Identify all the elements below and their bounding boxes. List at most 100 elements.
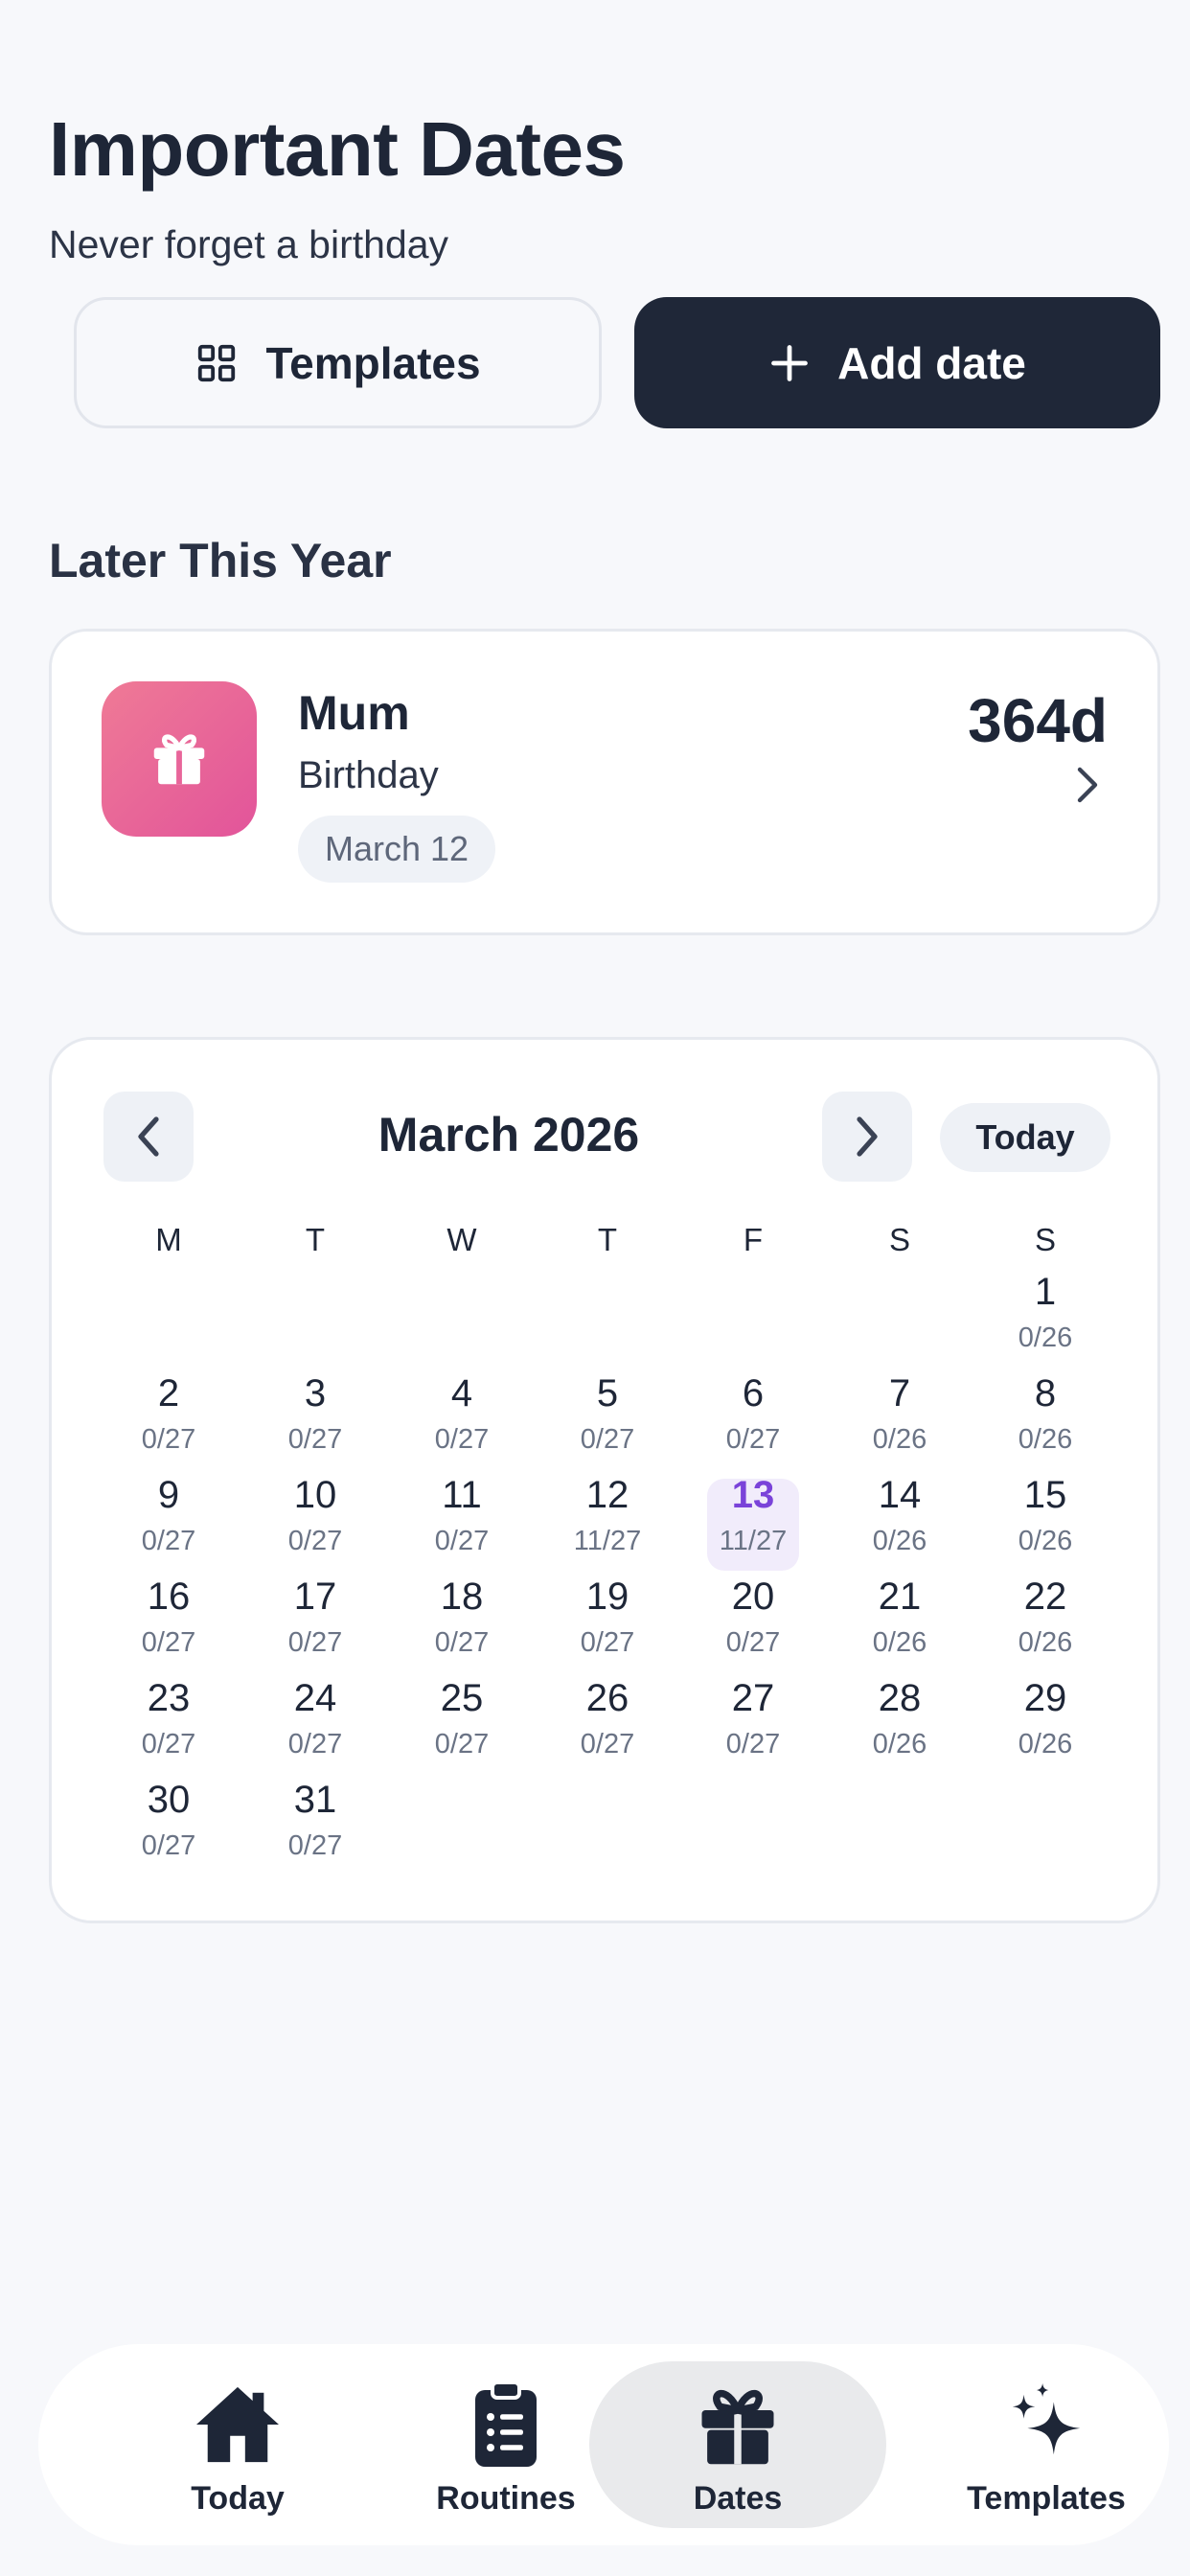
calendar-day[interactable]: 13 11/27 <box>707 1474 799 1571</box>
day-progress-count: 0/26 <box>1018 1526 1073 1556</box>
calendar-day[interactable]: 25 0/27 <box>416 1677 508 1774</box>
gift-icon <box>102 681 257 837</box>
weekday-header: F <box>743 1222 764 1257</box>
today-button[interactable]: Today <box>940 1103 1110 1172</box>
day-number: 16 <box>147 1576 191 1618</box>
day-number: 28 <box>878 1677 922 1719</box>
day-number: 22 <box>1023 1576 1067 1618</box>
calendar-day[interactable]: 14 0/26 <box>854 1474 946 1571</box>
calendar-day[interactable]: 3 0/27 <box>269 1372 361 1469</box>
day-progress-count: 0/27 <box>287 1424 343 1455</box>
date-card[interactable]: Mum Birthday March 12 364d <box>49 629 1160 935</box>
day-progress-count: 0/27 <box>287 1526 343 1556</box>
calendar-day[interactable]: 23 0/27 <box>123 1677 215 1774</box>
day-progress-count: 0/27 <box>141 1729 196 1760</box>
add-date-button[interactable]: Add date <box>634 297 1160 428</box>
day-progress-count: 0/26 <box>872 1526 927 1556</box>
day-number: 27 <box>731 1677 775 1719</box>
day-progress-count: 0/27 <box>580 1424 635 1455</box>
tab-dates[interactable]: Dates <box>589 2361 886 2528</box>
weekday-header: W <box>446 1222 477 1257</box>
day-progress-count: 0/26 <box>872 1729 927 1760</box>
day-number: 3 <box>304 1372 327 1414</box>
tab-label: Routines <box>436 2480 576 2517</box>
section-title-later-this-year: Later This Year <box>49 534 392 587</box>
templates-button[interactable]: Templates <box>74 297 602 428</box>
calendar-day[interactable]: 20 0/27 <box>707 1576 799 1672</box>
day-number: 7 <box>888 1372 911 1414</box>
calendar-day[interactable]: 19 0/27 <box>561 1576 653 1672</box>
day-progress-count: 0/27 <box>141 1526 196 1556</box>
next-month-button[interactable] <box>822 1092 912 1182</box>
day-number: 9 <box>157 1474 180 1516</box>
calendar-day[interactable]: 21 0/26 <box>854 1576 946 1672</box>
page-title: Important Dates <box>49 106 626 192</box>
day-number: 19 <box>585 1576 629 1618</box>
calendar-day[interactable]: 6 0/27 <box>707 1372 799 1469</box>
clipboard-list-icon <box>458 2377 554 2472</box>
event-type: Birthday <box>298 754 439 796</box>
day-number: 1 <box>1034 1271 1057 1313</box>
calendar-day[interactable]: 22 0/26 <box>999 1576 1091 1672</box>
calendar-day[interactable]: 10 0/27 <box>269 1474 361 1571</box>
previous-month-button[interactable] <box>103 1092 194 1182</box>
calendar-day[interactable]: 2 0/27 <box>123 1372 215 1469</box>
calendar-day[interactable]: 9 0/27 <box>123 1474 215 1571</box>
calendar-day[interactable]: 4 0/27 <box>416 1372 508 1469</box>
day-progress-count: 0/27 <box>141 1424 196 1455</box>
days-remaining: 364d <box>968 686 1108 755</box>
day-number: 31 <box>293 1779 337 1821</box>
day-progress-count: 0/26 <box>1018 1322 1073 1353</box>
calendar-day[interactable]: 30 0/27 <box>123 1779 215 1875</box>
day-number: 23 <box>147 1677 191 1719</box>
calendar-day[interactable]: 24 0/27 <box>269 1677 361 1774</box>
day-number: 8 <box>1034 1372 1057 1414</box>
calendar-day[interactable]: 15 0/26 <box>999 1474 1091 1571</box>
day-progress-count: 0/27 <box>434 1424 490 1455</box>
day-number: 13 <box>731 1474 775 1516</box>
day-number: 14 <box>878 1474 922 1516</box>
tab-today[interactable]: Today <box>89 2361 386 2528</box>
chevron-left-icon <box>138 1116 159 1157</box>
weekday-header: M <box>155 1222 182 1257</box>
calendar-day[interactable]: 7 0/26 <box>854 1372 946 1469</box>
day-progress-count: 11/27 <box>573 1526 642 1556</box>
calendar-day[interactable]: 5 0/27 <box>561 1372 653 1469</box>
weekday-header: T <box>597 1222 618 1257</box>
calendar-day[interactable]: 1 0/26 <box>999 1271 1091 1368</box>
day-progress-count: 0/26 <box>1018 1729 1073 1760</box>
calendar-day[interactable]: 18 0/27 <box>416 1576 508 1672</box>
calendar-day[interactable]: 28 0/26 <box>854 1677 946 1774</box>
day-progress-count: 0/27 <box>287 1830 343 1861</box>
day-progress-count: 0/26 <box>872 1424 927 1455</box>
day-number: 11 <box>442 1474 482 1516</box>
calendar-day[interactable]: 29 0/26 <box>999 1677 1091 1774</box>
day-number: 6 <box>742 1372 765 1414</box>
calendar-day[interactable]: 16 0/27 <box>123 1576 215 1672</box>
calendar-day[interactable]: 17 0/27 <box>269 1576 361 1672</box>
day-progress-count: 0/27 <box>725 1627 781 1658</box>
tab-label: Templates <box>967 2480 1126 2517</box>
day-progress-count: 0/26 <box>872 1627 927 1658</box>
calendar-day[interactable]: 12 11/27 <box>561 1474 653 1571</box>
day-number: 12 <box>585 1474 629 1516</box>
calendar-day[interactable]: 11 0/27 <box>416 1474 508 1571</box>
day-progress-count: 0/26 <box>1018 1424 1073 1455</box>
calendar-day[interactable]: 31 0/27 <box>269 1779 361 1875</box>
day-number: 25 <box>440 1677 484 1719</box>
page-subtitle: Never forget a birthday <box>49 222 449 266</box>
day-progress-count: 0/27 <box>434 1729 490 1760</box>
calendar: March 2026 Today M T W T F S S 1 0/26 2 0/27 3 0/27 4… <box>49 1037 1160 1923</box>
day-progress-count: 0/27 <box>141 1830 196 1861</box>
calendar-day[interactable]: 26 0/27 <box>561 1677 653 1774</box>
calendar-day[interactable]: 27 0/27 <box>707 1677 799 1774</box>
calendar-day[interactable]: 8 0/26 <box>999 1372 1091 1469</box>
day-number: 26 <box>585 1677 629 1719</box>
calendar-month-label: March 2026 <box>378 1108 640 1162</box>
tab-templates[interactable]: Templates <box>898 2361 1190 2528</box>
day-number: 20 <box>731 1576 775 1618</box>
grid-icon <box>195 341 239 385</box>
weekday-header: S <box>888 1222 910 1257</box>
day-number: 17 <box>293 1576 337 1618</box>
tab-label: Today <box>191 2480 285 2517</box>
